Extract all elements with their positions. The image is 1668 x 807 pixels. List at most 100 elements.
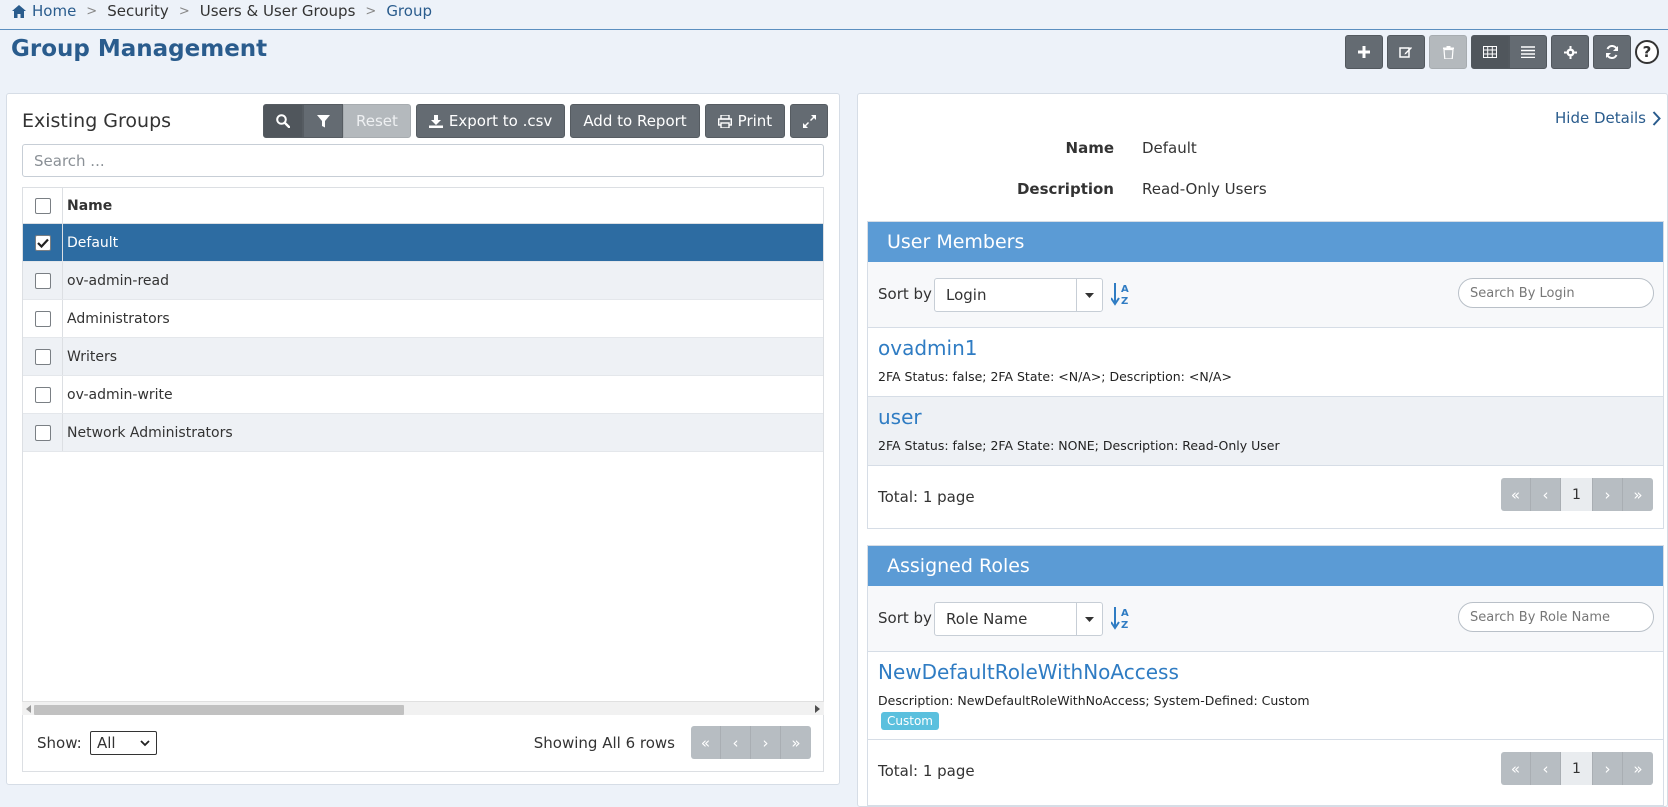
scrollbar-thumb[interactable]	[34, 705, 404, 715]
view-toggle-group	[1471, 35, 1547, 69]
role-sort-select[interactable]: Role Name	[934, 602, 1103, 636]
add-button[interactable]	[1345, 35, 1383, 69]
first-page-button[interactable]: «	[691, 726, 721, 759]
grid-view-button[interactable]	[1471, 35, 1509, 69]
print-label: Print	[737, 112, 773, 130]
reset-button[interactable]: Reset	[343, 104, 411, 138]
assigned-roles-section: Assigned Roles Sort by Role Name AZ NewD…	[867, 545, 1664, 806]
role-sort-value: Role Name	[946, 610, 1028, 628]
column-header-name[interactable]: Name	[63, 198, 112, 214]
assigned-roles-title: Assigned Roles	[868, 546, 1663, 586]
list-view-button[interactable]	[1509, 35, 1547, 69]
edit-button[interactable]	[1387, 35, 1425, 69]
name-label: Name	[1065, 139, 1114, 157]
row-checkbox[interactable]	[34, 310, 51, 327]
refresh-button[interactable]	[1593, 35, 1631, 69]
search-by-role-name-input[interactable]	[1458, 602, 1654, 632]
row-checkbox[interactable]	[34, 234, 51, 251]
settings-button[interactable]	[1551, 35, 1589, 69]
showing-rows-text: Showing All 6 rows	[533, 734, 675, 752]
user-members-sort-bar: Sort by Login AZ	[868, 262, 1663, 328]
sort-dropdown-toggle[interactable]	[1076, 603, 1102, 635]
filter-button[interactable]	[303, 104, 343, 138]
group-search-input[interactable]	[22, 144, 824, 177]
page-number[interactable]: 1	[1561, 752, 1593, 785]
row-checkbox[interactable]	[34, 386, 51, 403]
add-to-report-button[interactable]: Add to Report	[570, 104, 700, 138]
svg-text:Z: Z	[1121, 620, 1128, 630]
table-row[interactable]: ov-admin-write	[23, 376, 823, 414]
row-checkbox[interactable]	[34, 348, 51, 365]
sort-alpha-icon[interactable]: AZ	[1111, 606, 1131, 630]
sort-by-label: Sort by	[878, 609, 932, 627]
chevron-right-icon	[1652, 110, 1661, 126]
list-item: user 2FA Status: false; 2FA State: NONE;…	[868, 397, 1663, 466]
svg-text:A: A	[1121, 284, 1129, 295]
help-button[interactable]: ?	[1635, 40, 1659, 64]
search-by-login-input[interactable]	[1458, 278, 1654, 308]
groups-toolbar: Reset Export to .csv Add to Report Print	[263, 104, 833, 138]
member-login-link[interactable]: user	[878, 405, 922, 429]
search-icon	[276, 114, 290, 128]
user-sort-value: Login	[946, 286, 987, 304]
row-name: ov-admin-read	[67, 272, 169, 289]
expand-icon	[802, 114, 816, 128]
horizontal-scrollbar[interactable]	[22, 701, 824, 715]
gear-icon	[1563, 45, 1577, 59]
row-name: Writers	[67, 348, 118, 365]
total-pages-label: Total: 1 page	[878, 488, 975, 506]
last-page-button[interactable]: »	[1623, 752, 1653, 785]
member-login-link[interactable]: ovadmin1	[878, 336, 977, 360]
prev-page-button[interactable]: ‹	[721, 726, 751, 759]
user-sort-select[interactable]: Login	[934, 278, 1103, 312]
breadcrumb-home[interactable]: Home	[32, 2, 76, 20]
last-page-button[interactable]: »	[1623, 478, 1653, 511]
breadcrumb-users-groups[interactable]: Users & User Groups	[200, 2, 356, 20]
next-page-button[interactable]: ›	[1593, 752, 1623, 785]
breadcrumb-separator: >	[178, 3, 190, 19]
edit-icon	[1399, 47, 1412, 58]
scroll-right-arrow[interactable]	[815, 705, 820, 713]
table-row[interactable]: Administrators	[23, 300, 823, 338]
role-name-link[interactable]: NewDefaultRoleWithNoAccess	[878, 660, 1179, 684]
breadcrumb-security[interactable]: Security	[107, 2, 169, 20]
row-check-cell	[23, 300, 63, 337]
hide-details-link[interactable]: Hide Details	[1555, 109, 1661, 127]
table-footer: Show: All Showing All 6 rows « ‹ › »	[22, 715, 824, 772]
delete-button[interactable]	[1429, 35, 1467, 69]
table-row[interactable]: Network Administrators	[23, 414, 823, 452]
breadcrumb: Home > Security > Users & User Groups > …	[12, 0, 432, 22]
sort-alpha-icon[interactable]: AZ	[1111, 282, 1131, 306]
expand-button[interactable]	[790, 104, 829, 138]
refresh-icon	[1606, 45, 1618, 59]
groups-pager: « ‹ › »	[691, 726, 811, 759]
first-page-button[interactable]: «	[1501, 478, 1531, 511]
breadcrumb-separator: >	[86, 3, 98, 19]
existing-groups-title: Existing Groups	[22, 110, 172, 132]
assigned-roles-pager: « ‹ 1 › »	[1501, 752, 1653, 785]
row-checkbox[interactable]	[34, 424, 51, 441]
sort-dropdown-toggle[interactable]	[1076, 279, 1102, 311]
next-page-button[interactable]: ›	[751, 726, 781, 759]
export-csv-button[interactable]: Export to .csv	[415, 104, 566, 138]
breadcrumb-separator: >	[365, 3, 377, 19]
row-checkbox[interactable]	[34, 272, 51, 289]
search-button[interactable]	[263, 104, 303, 138]
table-row[interactable]: Default	[23, 224, 823, 262]
table-row[interactable]: Writers	[23, 338, 823, 376]
print-button[interactable]: Print	[704, 104, 786, 138]
rows-per-page-select[interactable]: All	[90, 731, 157, 755]
last-page-button[interactable]: »	[781, 726, 811, 759]
description-label: Description	[1016, 180, 1114, 198]
page-title: Group Management	[11, 36, 268, 62]
scroll-left-arrow[interactable]	[26, 705, 31, 713]
table-row[interactable]: ov-admin-read	[23, 262, 823, 300]
prev-page-button[interactable]: ‹	[1531, 478, 1561, 511]
next-page-button[interactable]: ›	[1593, 478, 1623, 511]
row-check-cell	[23, 414, 63, 451]
row-name: Default	[67, 234, 119, 251]
page-number[interactable]: 1	[1561, 478, 1593, 511]
select-all-checkbox[interactable]	[34, 197, 51, 214]
first-page-button[interactable]: «	[1501, 752, 1531, 785]
prev-page-button[interactable]: ‹	[1531, 752, 1561, 785]
